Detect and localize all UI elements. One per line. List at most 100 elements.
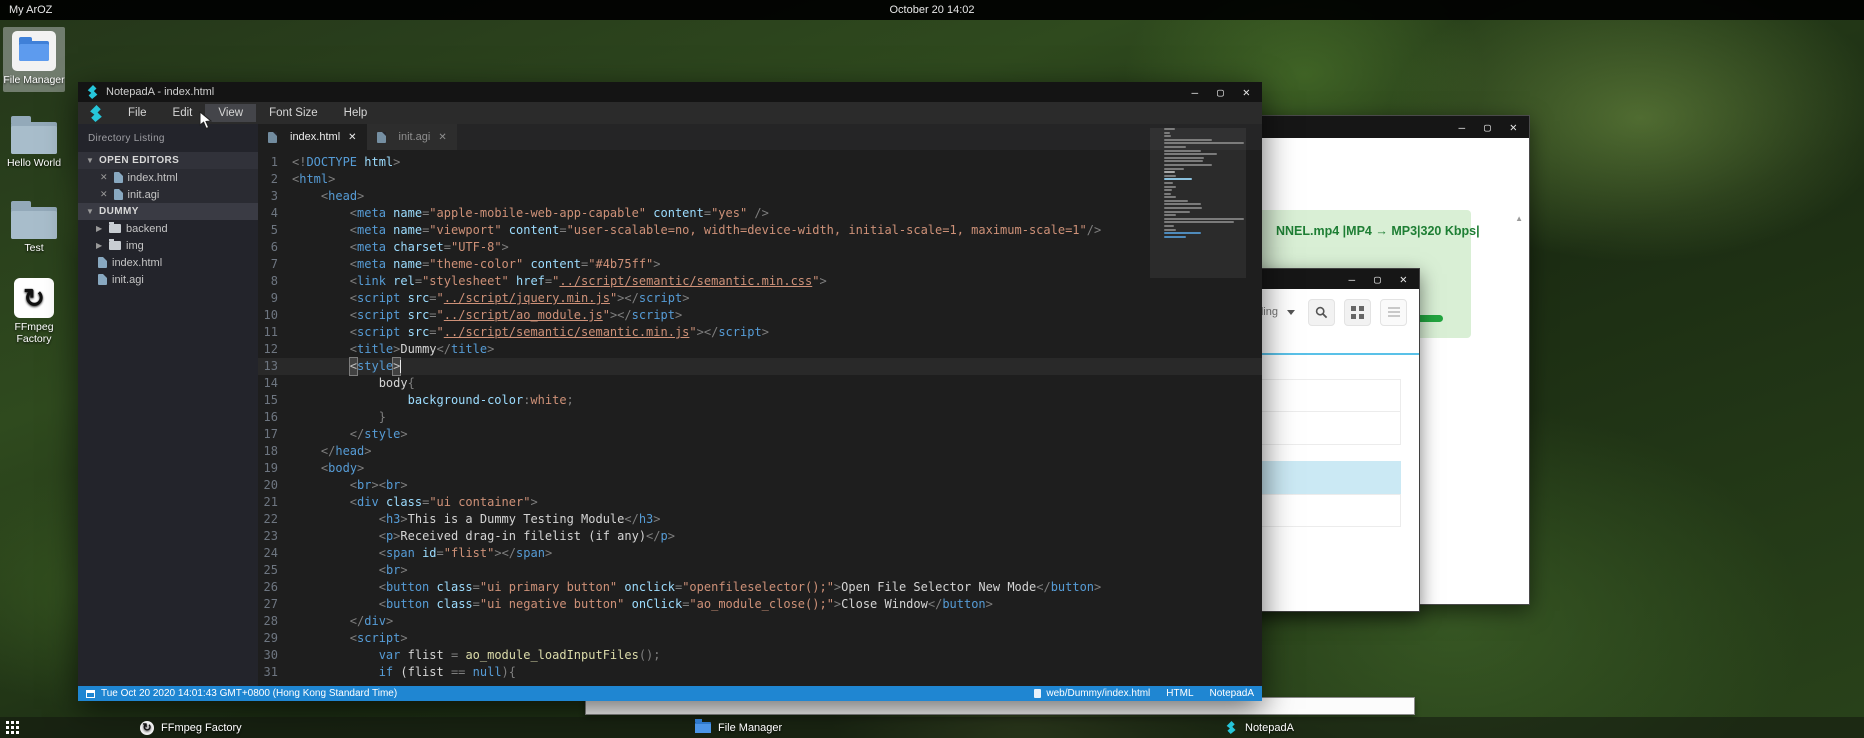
code-line: 31 if (flist == null){ — [258, 664, 1262, 681]
folder-icon — [109, 224, 121, 233]
close-icon[interactable]: ✕ — [100, 189, 108, 200]
chevron-down-icon: ▼ — [86, 207, 96, 216]
file-explorer-sidebar: Directory Listing ▼ OPEN EDITORS ✕ index… — [78, 124, 258, 686]
status-bar: Tue Oct 20 2020 14:01:43 GMT+0800 (Hong … — [78, 686, 1262, 701]
ffmpeg-factory-icon: ↻ — [140, 721, 154, 735]
top-bar: My ArOZ October 20 14:02 — [0, 0, 1864, 20]
list-icon — [1388, 307, 1400, 309]
window-titlebar[interactable]: NotepadA - index.html – ▢ ✕ — [78, 82, 1262, 102]
notepada-logo-icon — [88, 105, 105, 122]
folder-icon — [695, 722, 711, 733]
maximize-button[interactable]: ▢ — [1484, 122, 1491, 133]
code-line: 9 <script src="../script/jquery.min.js">… — [258, 290, 1262, 307]
desktop-icon-hello-world[interactable]: Hello World — [3, 122, 65, 169]
code-line: 12 <title>Dummy</title> — [258, 341, 1262, 358]
scroll-up-icon[interactable]: ▲ — [1515, 214, 1523, 223]
code-text-area[interactable]: 1<!DOCTYPE html>2<html>3 <head>4 <meta n… — [258, 150, 1262, 686]
code-line: 17 </style> — [258, 426, 1262, 443]
taskbar-item-notepada[interactable]: NotepadA — [1225, 717, 1294, 738]
tab-label: index.html — [290, 131, 340, 143]
close-icon[interactable]: ✕ — [348, 132, 356, 143]
desktop-icon-label: File Manager — [3, 74, 65, 86]
code-line: 26 <button class="ui primary button" onc… — [258, 579, 1262, 596]
code-line: 27 <button class="ui negative button" on… — [258, 596, 1262, 613]
folder-icon — [11, 207, 57, 239]
code-editor: index.html ✕ init.agi ✕ 1<!DOCTYPE html>… — [258, 124, 1262, 686]
taskbar: ↻ FFmpeg Factory File Manager NotepadA — [0, 717, 1864, 738]
folder-name: img — [126, 240, 144, 252]
menu-edit[interactable]: Edit — [160, 104, 206, 122]
chevron-right-icon: ▶ — [96, 224, 106, 233]
grid-view-button[interactable] — [1344, 299, 1371, 326]
file-icon — [114, 189, 123, 200]
code-line: 24 <span id="flist"></span> — [258, 545, 1262, 562]
code-line: 1<!DOCTYPE html> — [258, 154, 1262, 171]
status-language[interactable]: HTML — [1166, 688, 1193, 699]
menu-view[interactable]: View — [205, 104, 256, 122]
desktop-icon-ffmpeg-factory[interactable]: ↻ FFmpeg Factory — [3, 278, 65, 345]
search-button[interactable] — [1308, 299, 1335, 326]
desktop: My ArOZ October 20 14:02 File Manager He… — [0, 0, 1864, 738]
section-label: DUMMY — [99, 206, 139, 217]
chevron-down-icon[interactable] — [1287, 310, 1295, 315]
taskbar-item-label: File Manager — [718, 722, 782, 734]
code-line: 28 </div> — [258, 613, 1262, 630]
open-editors-section[interactable]: ▼ OPEN EDITORS — [78, 152, 258, 169]
code-line: 18 </head> — [258, 443, 1262, 460]
section-label: OPEN EDITORS — [99, 155, 179, 166]
code-line: 4 <meta name="apple-mobile-web-app-capab… — [258, 205, 1262, 222]
open-editor-item-init-agi[interactable]: ✕ init.agi — [78, 186, 258, 203]
folder-name: backend — [126, 223, 168, 235]
app-launcher-button[interactable] — [6, 721, 20, 735]
minimize-button[interactable]: – — [1349, 274, 1356, 285]
minimize-button[interactable]: – — [1192, 87, 1199, 98]
code-line: 8 <link rel="stylesheet" href="../script… — [258, 273, 1262, 290]
tree-folder-backend[interactable]: ▶ backend — [78, 220, 258, 237]
menu-file[interactable]: File — [115, 104, 160, 122]
close-button[interactable]: ✕ — [1400, 273, 1407, 285]
taskbar-item-file-manager[interactable]: File Manager — [695, 717, 782, 738]
menu-font-size[interactable]: Font Size — [256, 104, 331, 122]
window-title: NotepadA - index.html — [106, 86, 1192, 98]
desktop-icon-label: FFmpeg Factory — [3, 321, 65, 345]
code-line: 21 <div class="ui container"> — [258, 494, 1262, 511]
file-name: index.html — [128, 172, 178, 184]
status-datetime: Tue Oct 20 2020 14:01:43 GMT+0800 (Hong … — [101, 688, 397, 699]
chevron-down-icon: ▼ — [86, 156, 96, 165]
maximize-button[interactable]: ▢ — [1374, 274, 1381, 285]
chevron-right-icon: ▶ — [96, 241, 106, 250]
close-icon[interactable]: ✕ — [100, 172, 108, 183]
tree-file-index-html[interactable]: index.html — [78, 254, 258, 271]
maximize-button[interactable]: ▢ — [1217, 87, 1224, 98]
list-view-button[interactable] — [1380, 299, 1407, 326]
notepada-logo-icon — [1225, 721, 1238, 734]
file-icon — [98, 274, 107, 285]
open-editor-item-index-html[interactable]: ✕ index.html — [78, 169, 258, 186]
code-line: 5 <meta name="viewport" content="user-sc… — [258, 222, 1262, 239]
desktop-icon-label: Hello World — [3, 157, 65, 169]
close-icon[interactable]: ✕ — [438, 132, 446, 143]
tree-file-init-agi[interactable]: init.agi — [78, 271, 258, 288]
code-line: 22 <h3>This is a Dummy Testing Module</h… — [258, 511, 1262, 528]
file-icon — [377, 132, 386, 143]
status-file-path[interactable]: web/Dummy/index.html — [1046, 688, 1150, 699]
file-manager-icon — [12, 31, 56, 71]
desktop-icon-file-manager[interactable]: File Manager — [3, 27, 65, 92]
desktop-icon-test[interactable]: Test — [3, 207, 65, 254]
system-menu[interactable]: My ArOZ — [9, 4, 52, 16]
close-button[interactable]: ✕ — [1243, 86, 1250, 98]
menu-help[interactable]: Help — [331, 104, 381, 122]
tab-init-agi[interactable]: init.agi ✕ — [367, 124, 457, 150]
tab-index-html[interactable]: index.html ✕ — [258, 124, 367, 150]
status-app-name: NotepadA — [1210, 688, 1254, 699]
notepada-window: NotepadA - index.html – ▢ ✕ File Edit Vi… — [78, 82, 1262, 701]
project-section-dummy[interactable]: ▼ DUMMY — [78, 203, 258, 220]
minimize-button[interactable]: – — [1459, 122, 1466, 133]
taskbar-item-ffmpeg-factory[interactable]: ↻ FFmpeg Factory — [140, 717, 242, 738]
close-button[interactable]: ✕ — [1510, 121, 1517, 133]
sidebar-heading: Directory Listing — [78, 124, 258, 152]
tree-folder-img[interactable]: ▶ img — [78, 237, 258, 254]
file-name: index.html — [112, 257, 162, 269]
grid-icon — [1351, 306, 1356, 311]
minimap[interactable] — [1164, 128, 1246, 388]
